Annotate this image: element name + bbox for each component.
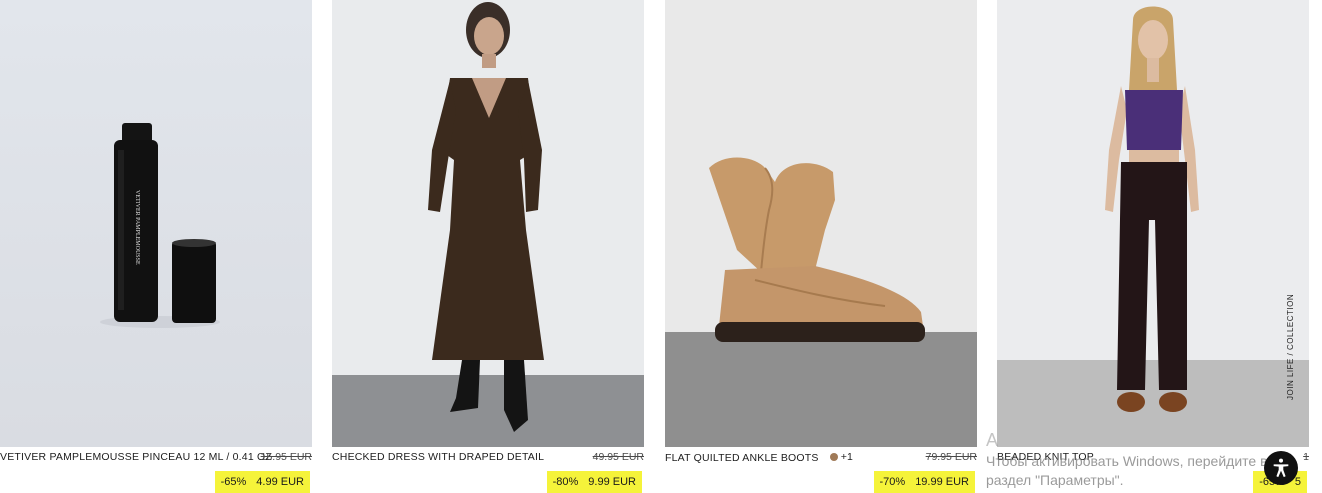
original-price: 1 <box>1303 451 1309 463</box>
product-name[interactable]: VETIVER PAMPLEMOUSSE PINCEAU 12 ML / 0.4… <box>0 451 272 463</box>
product-name[interactable]: CHECKED DRESS WITH DRAPED DETAIL <box>332 451 544 463</box>
sale-price-badge: -80% 9.99 EUR <box>546 471 642 493</box>
product-name-text: FLAT QUILTED ANKLE BOOTS <box>665 452 819 464</box>
sale-price: 4.99 EUR <box>256 476 304 488</box>
accessibility-icon <box>1273 458 1289 478</box>
more-colors-count: +1 <box>840 451 854 463</box>
collection-tag: JOIN LIFE / COLLECTION <box>1286 293 1295 400</box>
product-card[interactable]: CHECKED DRESS WITH DRAPED DETAIL 49.95 E… <box>332 0 644 493</box>
color-swatch-icon[interactable]: +1 <box>829 451 854 463</box>
product-name[interactable]: BEADED KNIT TOP <box>997 451 1094 463</box>
product-image[interactable] <box>997 0 1309 447</box>
product-name[interactable]: FLAT QUILTED ANKLE BOOTS +1 <box>665 451 853 464</box>
discount-percent: -80% <box>552 476 579 488</box>
product-image[interactable] <box>665 0 977 447</box>
original-price: 15.95 EUR <box>260 451 312 463</box>
discount-percent: -65% <box>220 476 247 488</box>
bottle-label: VETIVER PAMPLEMOUSSE <box>134 190 140 265</box>
sale-price: 19.99 EUR <box>915 476 969 488</box>
sale-price: 9.99 EUR <box>588 476 636 488</box>
color-dot[interactable] <box>829 453 838 461</box>
discount-percent: -70% <box>879 476 906 488</box>
original-price: 49.95 EUR <box>592 451 644 463</box>
sale-price: 5 <box>1294 476 1301 488</box>
product-image[interactable] <box>332 0 644 447</box>
sale-price-badge: -65% 4.99 EUR <box>214 471 310 493</box>
product-card[interactable]: FLAT QUILTED ANKLE BOOTS +1 79.95 EUR -7… <box>665 0 977 493</box>
product-card[interactable]: VETIVER PAMPLEMOUSSE VETIVER PAMPLEMOUSS… <box>0 0 312 493</box>
original-price: 79.95 EUR <box>925 451 977 463</box>
product-image[interactable]: VETIVER PAMPLEMOUSSE <box>0 0 312 447</box>
accessibility-button[interactable] <box>1264 451 1298 485</box>
sale-price-badge: -70% 19.99 EUR <box>873 471 975 493</box>
product-card[interactable]: BEADED KNIT TOP 1 -65% 5 <box>997 0 1309 493</box>
